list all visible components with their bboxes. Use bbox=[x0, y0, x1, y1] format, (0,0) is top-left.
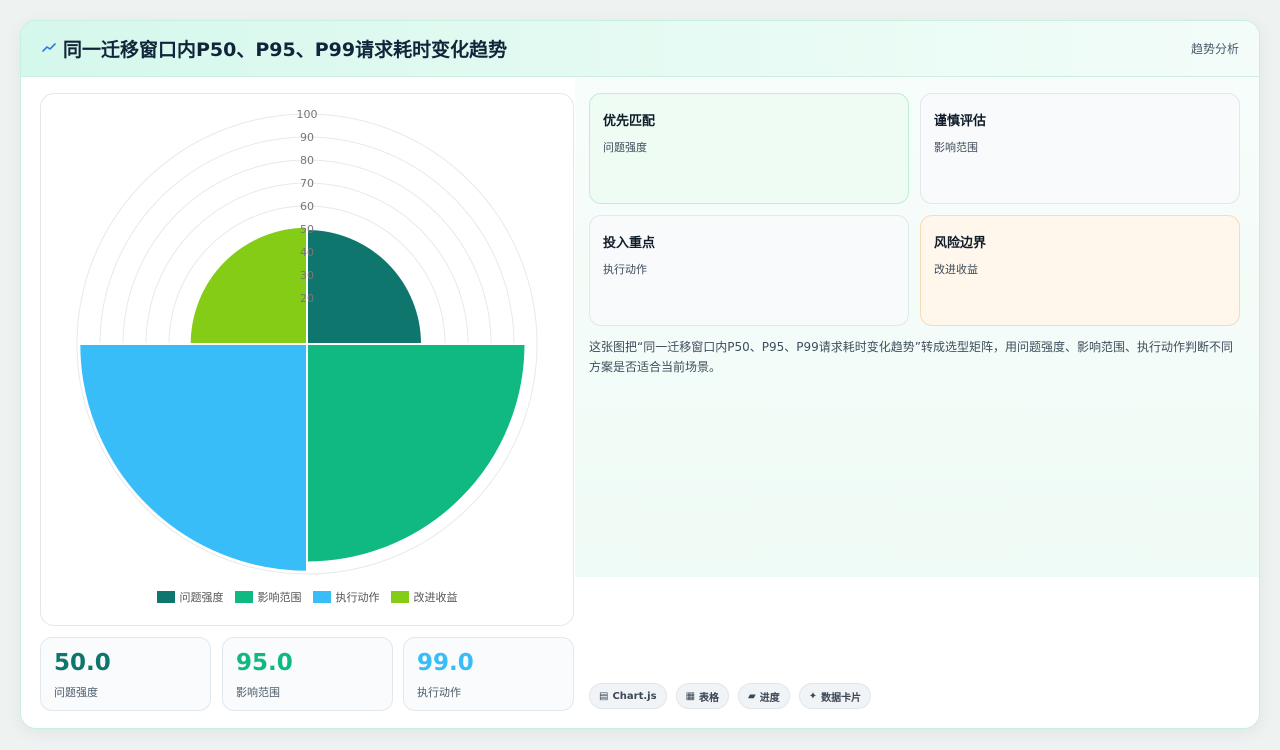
legend-label: 执行动作 bbox=[335, 591, 380, 604]
stat-card: 99.0 执行动作 bbox=[403, 637, 574, 711]
quadrant-risk-boundary: 风险边界 改进收益 bbox=[920, 215, 1240, 326]
r-tick-label: 30 bbox=[300, 269, 314, 282]
chart-description: 这张图把“同一迁移窗口内P50、P95、P99请求耗时变化趋势”转成选型矩阵，用… bbox=[589, 340, 1233, 374]
polar-area-chart: 20 30 40 50 60 70 80 90 100 bbox=[76, 108, 538, 575]
stat-label: 执行动作 bbox=[417, 686, 461, 699]
chart-panel: 20 30 40 50 60 70 80 90 100 问题强度 影响范围 执行动作 改进收益 bbox=[40, 93, 574, 626]
header-tag: 趋势分析 bbox=[1190, 42, 1239, 56]
r-tick-label: 20 bbox=[300, 292, 314, 305]
trend-icon bbox=[42, 43, 56, 52]
feature-tags: ▤ Chart.js ▦ 表格 ▰ 进度 ✦ 数据卡片 bbox=[589, 683, 872, 709]
sparkle-icon: ✦ bbox=[808, 690, 818, 702]
stat-card: 50.0 问题强度 bbox=[40, 637, 211, 711]
legend-item[interactable]: 执行动作 bbox=[312, 588, 380, 606]
stat-card: 95.0 影响范围 bbox=[222, 637, 393, 711]
chart-legend: 问题强度 影响范围 执行动作 改进收益 bbox=[41, 588, 573, 606]
polar-wedge[interactable] bbox=[78, 343, 308, 573]
tag-chartjs[interactable]: ▤ Chart.js bbox=[589, 683, 667, 709]
r-tick-label: 50 bbox=[300, 223, 314, 236]
tag-data-card[interactable]: ✦ 数据卡片 bbox=[798, 683, 872, 709]
card-header: 同一迁移窗口内P50、P95、P99请求耗时变化趋势 趋势分析 bbox=[21, 21, 1259, 77]
legend-label: 改进收益 bbox=[413, 591, 458, 604]
page-title: 同一迁移窗口内P50、P95、P99请求耗时变化趋势 bbox=[63, 39, 508, 61]
quadrant-careful-eval: 谨慎评估 影响范围 bbox=[920, 93, 1240, 204]
tag-progress[interactable]: ▰ 进度 bbox=[738, 683, 790, 709]
r-tick-label: 80 bbox=[300, 154, 314, 167]
quadrant-subtitle: 执行动作 bbox=[603, 263, 647, 276]
quadrant-subtitle: 问题强度 bbox=[603, 141, 647, 154]
quadrant-subtitle: 影响范围 bbox=[934, 141, 978, 154]
polar-wedge[interactable] bbox=[188, 225, 308, 345]
quadrant-title: 风险边界 bbox=[934, 236, 987, 251]
legend-item[interactable]: 影响范围 bbox=[234, 588, 302, 606]
stat-label: 问题强度 bbox=[54, 686, 98, 699]
tag-table[interactable]: ▦ 表格 bbox=[675, 683, 730, 709]
legend-item[interactable]: 问题强度 bbox=[156, 588, 224, 606]
r-tick-label: 40 bbox=[300, 246, 314, 259]
main-card: 同一迁移窗口内P50、P95、P99请求耗时变化趋势 趋势分析 20 30 40 50… bbox=[20, 20, 1260, 729]
legend-label: 问题强度 bbox=[179, 591, 224, 604]
r-tick-label: 60 bbox=[300, 200, 314, 213]
stat-value: 99.0 bbox=[417, 650, 474, 676]
stat-value: 50.0 bbox=[54, 650, 111, 676]
r-tick-label: 70 bbox=[300, 177, 314, 190]
quadrant-title: 优先匹配 bbox=[603, 114, 656, 129]
tag-label: 表格 bbox=[699, 692, 720, 704]
r-tick-label: 100 bbox=[297, 108, 318, 121]
tag-label: 进度 bbox=[759, 692, 780, 704]
quadrant-subtitle: 改进收益 bbox=[934, 263, 978, 276]
chart-icon: ▤ bbox=[599, 690, 609, 702]
polar-wedge[interactable] bbox=[306, 343, 527, 564]
tag-label: Chart.js bbox=[612, 690, 657, 702]
legend-swatch bbox=[156, 591, 175, 603]
table-icon: ▦ bbox=[685, 690, 696, 702]
progress-icon: ▰ bbox=[748, 690, 756, 702]
quadrant-priority-match: 优先匹配 问题强度 bbox=[589, 93, 909, 204]
quadrant-invest-focus: 投入重点 执行动作 bbox=[589, 215, 909, 326]
stat-label: 影响范围 bbox=[236, 686, 280, 699]
legend-item[interactable]: 改进收益 bbox=[390, 588, 458, 606]
r-tick-label: 90 bbox=[300, 131, 314, 144]
quadrant-title: 谨慎评估 bbox=[934, 114, 987, 129]
legend-swatch bbox=[390, 591, 409, 603]
tag-label: 数据卡片 bbox=[821, 692, 862, 704]
legend-swatch bbox=[234, 591, 253, 603]
quadrant-title: 投入重点 bbox=[603, 236, 656, 251]
stat-value: 95.0 bbox=[236, 650, 293, 676]
legend-swatch bbox=[312, 591, 331, 603]
legend-label: 影响范围 bbox=[257, 591, 302, 604]
